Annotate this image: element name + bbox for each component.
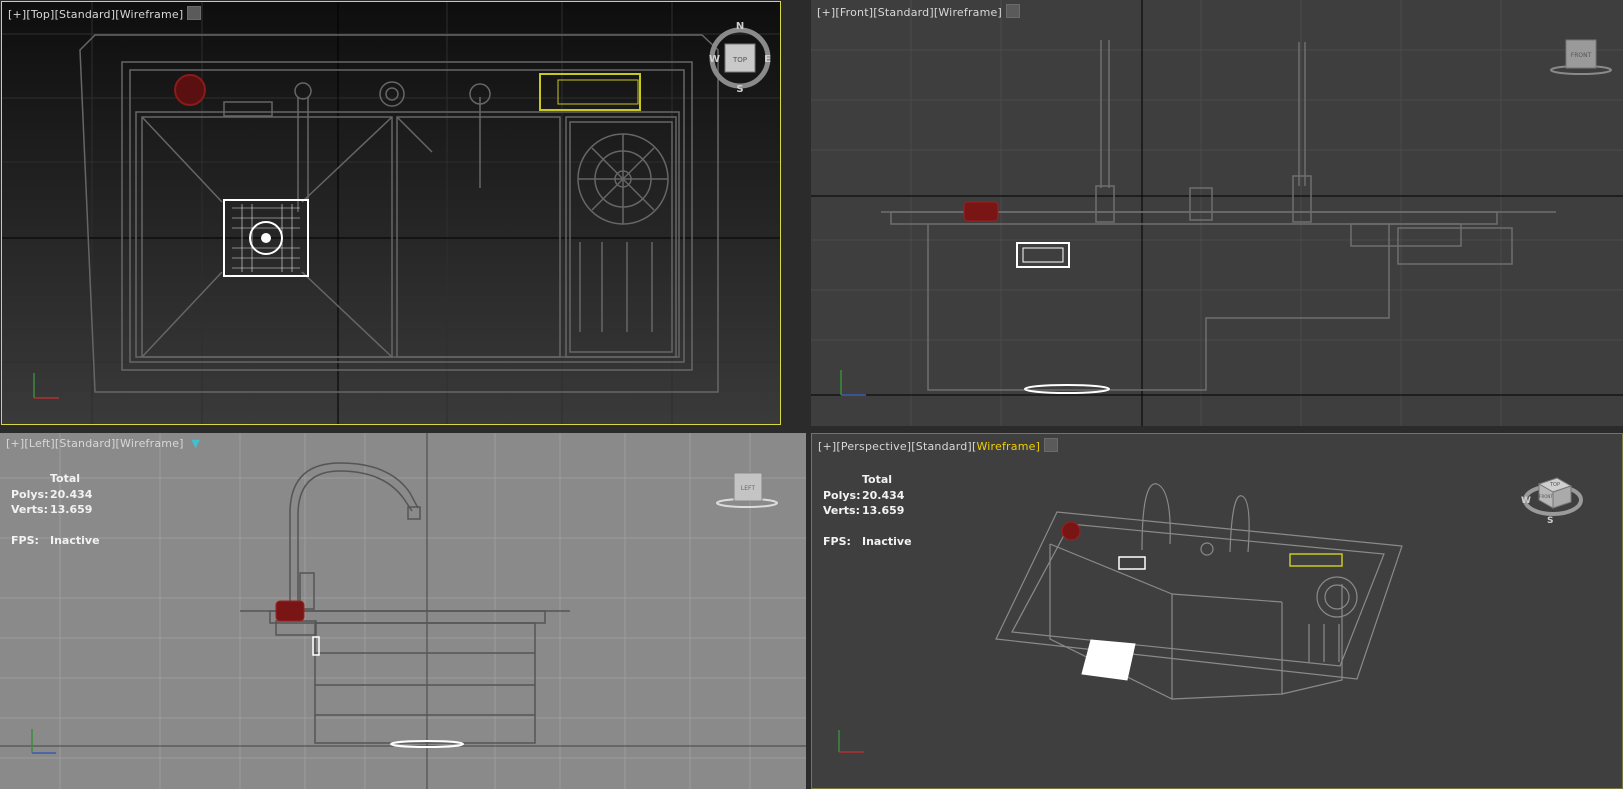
viewport-menu-button[interactable]: [+] xyxy=(817,6,835,19)
viewcube-perspective[interactable]: TOP FRONT W S xyxy=(1517,464,1589,526)
viewcube-top-face-label: TOP xyxy=(1549,482,1560,488)
front-viewport-label[interactable]: [+][Front][Standard][Wireframe] xyxy=(817,4,1021,19)
top-viewport-label[interactable]: [+][Top][Standard][Wireframe] xyxy=(8,6,202,21)
fps-label: FPS: xyxy=(11,533,39,547)
left-viewport-label[interactable]: [+][Left][Standard][Wireframe] ▼ xyxy=(6,437,200,450)
compass-north-label: N xyxy=(736,21,744,32)
verts-value: 13.659 xyxy=(50,503,93,516)
viewport-options-icon[interactable] xyxy=(187,6,202,20)
verts-label: Verts: xyxy=(11,503,49,516)
viewport-top[interactable]: [+][Top][Standard][Wireframe] TOP N S E … xyxy=(1,1,781,425)
polys-label: Polys: xyxy=(823,488,861,502)
perspective-view-scene xyxy=(838,483,1403,753)
viewport-menu-button[interactable]: [+] xyxy=(8,8,26,21)
viewport-splitter-vertical[interactable] xyxy=(781,0,811,433)
viewcube-left[interactable]: LEFT xyxy=(712,471,782,513)
viewcube-front-face-label: FRONT xyxy=(1539,494,1553,499)
fps-value: Inactive xyxy=(50,533,100,547)
viewport-splitter-vertical-bottom[interactable] xyxy=(806,433,811,789)
viewcube-front[interactable]: FRONT xyxy=(1546,38,1616,80)
compass-west-label: W xyxy=(1521,496,1531,506)
viewcube-face-label: LEFT xyxy=(741,485,755,492)
verts-value: 13.659 xyxy=(862,504,905,517)
shading-menu[interactable]: [Standard] xyxy=(911,440,972,453)
viewcube-face-label: TOP xyxy=(732,56,747,64)
perspective-viewport-label[interactable]: [+][Perspective][Standard][Wireframe] xyxy=(818,438,1059,453)
viewport-menu-button[interactable]: [+] xyxy=(818,440,836,453)
viewcube-face-label: FRONT xyxy=(1571,52,1592,59)
left-view-scene xyxy=(0,433,806,789)
viewport-left[interactable]: [+][Left][Standard][Wireframe] ▼ Total P… xyxy=(0,433,806,789)
viewcube-top[interactable]: TOP N S E W xyxy=(708,20,772,95)
shading-menu[interactable]: [Standard] xyxy=(55,437,116,450)
stats-header: Total xyxy=(50,472,81,485)
top-view-scene xyxy=(2,2,780,424)
view-point-menu[interactable]: [Front] xyxy=(835,6,873,19)
viewport-front[interactable]: [+][Front][Standard][Wireframe] FRONT xyxy=(811,0,1623,426)
polys-value: 20.434 xyxy=(862,488,905,502)
scene-statistics: Total Polys: 20.434 Verts: 13.659 FPS: Inac… xyxy=(823,472,912,549)
display-mode-menu[interactable]: Wireframe] xyxy=(976,440,1040,453)
fps-label: FPS: xyxy=(823,534,851,548)
compass-south-label: S xyxy=(1547,516,1553,524)
viewport-options-icon[interactable] xyxy=(1006,4,1021,18)
viewport-splitter-horizontal[interactable] xyxy=(0,426,1623,433)
viewport-perspective[interactable]: [+][Perspective][Standard][Wireframe] To… xyxy=(811,433,1623,789)
view-point-menu[interactable]: [Left] xyxy=(24,437,54,450)
compass-south-label: S xyxy=(736,84,743,92)
front-view-scene xyxy=(811,0,1623,426)
view-point-menu[interactable]: [Top] xyxy=(26,8,54,21)
polys-label: Polys: xyxy=(11,487,49,501)
polys-value: 20.434 xyxy=(50,487,93,501)
shading-menu[interactable]: [Standard] xyxy=(873,6,934,19)
stats-header: Total xyxy=(862,473,893,486)
shading-menu[interactable]: [Standard] xyxy=(55,8,116,21)
view-point-menu[interactable]: [Perspective] xyxy=(836,440,911,453)
display-mode-menu[interactable]: [Wireframe] xyxy=(115,8,183,21)
viewport-options-icon[interactable] xyxy=(1044,438,1059,452)
compass-west-label: W xyxy=(709,54,720,65)
viewport-menu-button[interactable]: [+] xyxy=(6,437,24,450)
display-mode-menu[interactable]: [Wireframe] xyxy=(934,6,1002,19)
scene-statistics: Total Polys: 20.434 Verts: 13.659 FPS: Inac… xyxy=(11,471,100,548)
compass-east-label: E xyxy=(764,54,771,65)
verts-label: Verts: xyxy=(823,504,861,517)
display-mode-menu[interactable]: [Wireframe] xyxy=(116,437,184,450)
filter-icon[interactable]: ▼ xyxy=(191,437,200,450)
fps-value: Inactive xyxy=(862,534,912,548)
